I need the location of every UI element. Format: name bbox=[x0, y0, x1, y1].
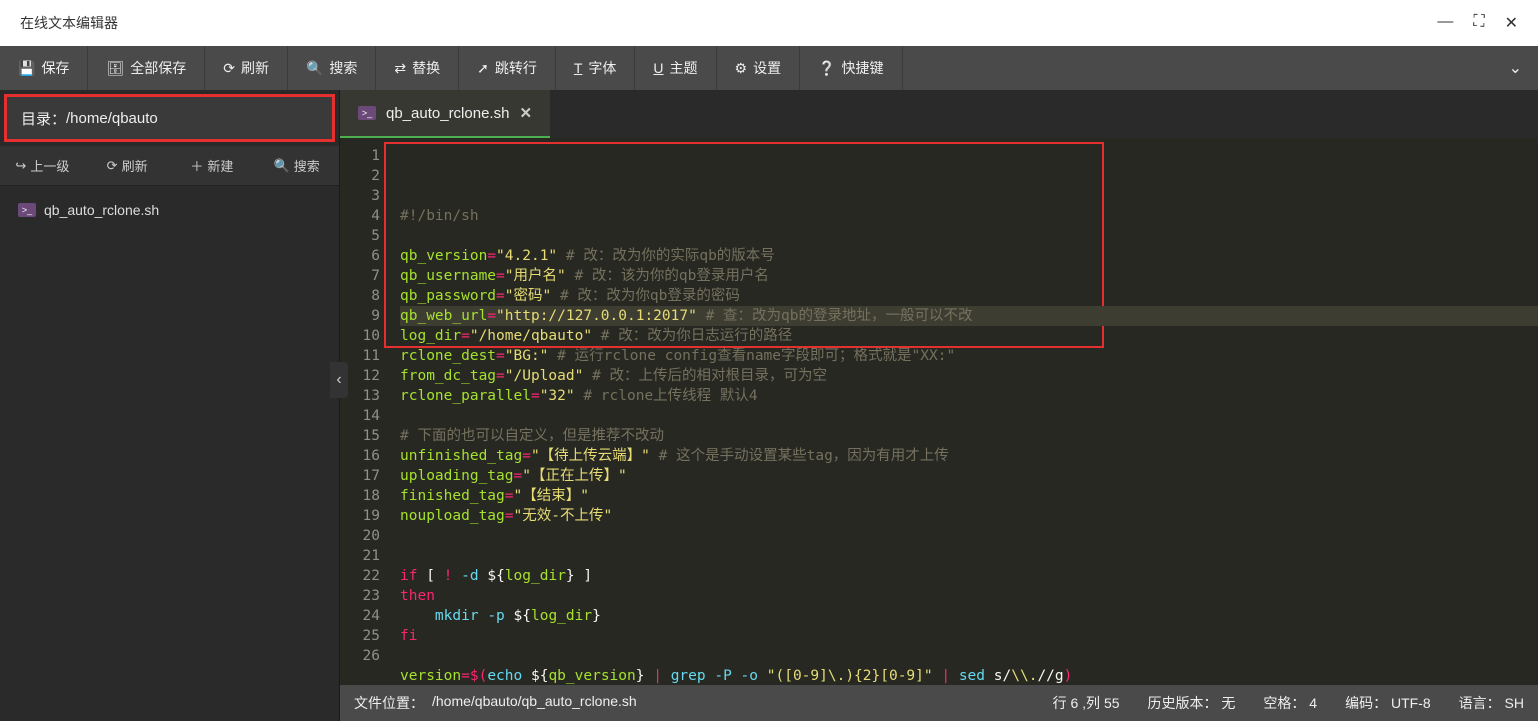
save-icon: 💾 bbox=[18, 60, 35, 77]
maximize-icon[interactable]: ⛶ bbox=[1473, 13, 1484, 33]
chevron-left-icon: ‹ bbox=[336, 371, 341, 389]
language-mode[interactable]: 语言： SH bbox=[1459, 693, 1524, 713]
plus-icon: ＋ bbox=[190, 156, 203, 175]
app-title: 在线文本编辑器 bbox=[20, 13, 118, 33]
tab-bar: >_ qb_auto_rclone.sh ✕ bbox=[340, 90, 1538, 138]
font-icon: T bbox=[574, 60, 583, 76]
tab-label: qb_auto_rclone.sh bbox=[386, 105, 509, 122]
file-list: >_ qb_auto_rclone.sh bbox=[0, 186, 339, 721]
editor-area: >_ qb_auto_rclone.sh ✕ 12345678910111213… bbox=[340, 90, 1538, 721]
search-icon: 🔍 bbox=[306, 60, 323, 77]
refresh-icon: ⟳ bbox=[107, 158, 118, 174]
sidebar-collapse-button[interactable]: ‹ bbox=[330, 362, 348, 398]
toolbar-chevron-button[interactable]: ⌄ bbox=[1493, 46, 1538, 90]
theme-button[interactable]: U 主题 bbox=[635, 46, 716, 90]
shortcuts-button[interactable]: ❔ 快捷键 bbox=[800, 46, 902, 90]
settings-button[interactable]: ⚙ 设置 bbox=[717, 46, 801, 90]
sidebar-refresh-button[interactable]: ⟳ 刷新 bbox=[85, 146, 170, 185]
main: 目录： /home/qbauto ↪ 上一级 ⟳ 刷新 ＋ 新建 🔍 搜索 bbox=[0, 90, 1538, 721]
help-icon: ❔ bbox=[818, 60, 835, 77]
refresh-button[interactable]: ⟳ 刷新 bbox=[205, 46, 288, 90]
shell-file-icon: >_ bbox=[358, 106, 376, 120]
replace-button[interactable]: ⇄ 替换 bbox=[376, 46, 459, 90]
tab-active[interactable]: >_ qb_auto_rclone.sh ✕ bbox=[340, 90, 550, 138]
replace-icon: ⇄ bbox=[394, 60, 406, 77]
filepath-label: 文件位置： bbox=[354, 693, 424, 713]
goto-icon: ➚ bbox=[477, 60, 489, 77]
indent-spaces[interactable]: 空格： 4 bbox=[1263, 693, 1317, 713]
search-icon: 🔍 bbox=[274, 158, 290, 174]
minimize-icon[interactable]: — bbox=[1437, 13, 1453, 33]
font-button[interactable]: T 字体 bbox=[556, 46, 636, 90]
refresh-icon: ⟳ bbox=[223, 60, 235, 77]
directory-path: /home/qbauto bbox=[66, 110, 158, 127]
gear-icon: ⚙ bbox=[735, 60, 748, 77]
filepath-value: /home/qbauto/qb_auto_rclone.sh bbox=[432, 693, 637, 713]
toolbar: 💾 保存 🗄 全部保存 ⟳ 刷新 🔍 搜索 ⇄ 替换 ➚ 跳转行 T 字体 U … bbox=[0, 46, 1538, 90]
save-all-button[interactable]: 🗄 全部保存 bbox=[88, 46, 205, 90]
tab-close-button[interactable]: ✕ bbox=[519, 104, 532, 122]
theme-icon: U bbox=[653, 60, 663, 76]
encoding[interactable]: 编码： UTF-8 bbox=[1345, 693, 1431, 713]
directory-label: 目录： bbox=[21, 108, 66, 129]
goto-line-button[interactable]: ➚ 跳转行 bbox=[459, 46, 556, 90]
up-icon: ↪ bbox=[15, 158, 26, 174]
code-content[interactable]: #!/bin/shqb_version="4.2.1" # 改：改为你的实际qb… bbox=[390, 138, 1538, 685]
save-button[interactable]: 💾 保存 bbox=[0, 46, 88, 90]
history-version[interactable]: 历史版本： 无 bbox=[1148, 693, 1236, 713]
file-item[interactable]: >_ qb_auto_rclone.sh bbox=[0, 194, 339, 226]
sidebar-up-button[interactable]: ↪ 上一级 bbox=[0, 146, 85, 185]
chevron-down-icon: ⌄ bbox=[1509, 58, 1522, 78]
save-all-icon: 🗄 bbox=[106, 60, 124, 77]
statusbar: 文件位置： /home/qbauto/qb_auto_rclone.sh 行 6… bbox=[340, 685, 1538, 721]
search-button[interactable]: 🔍 搜索 bbox=[288, 46, 376, 90]
sidebar-search-button[interactable]: 🔍 搜索 bbox=[254, 146, 339, 185]
directory-path-row[interactable]: 目录： /home/qbauto bbox=[4, 94, 335, 142]
sidebar-new-button[interactable]: ＋ 新建 bbox=[170, 146, 255, 185]
shell-file-icon: >_ bbox=[18, 203, 36, 217]
close-icon[interactable]: ✕ bbox=[1505, 13, 1518, 33]
titlebar: 在线文本编辑器 — ⛶ ✕ bbox=[0, 0, 1538, 46]
row-col[interactable]: 行 6 ,列 55 bbox=[1053, 693, 1120, 713]
sidebar: 目录： /home/qbauto ↪ 上一级 ⟳ 刷新 ＋ 新建 🔍 搜索 bbox=[0, 90, 340, 721]
code-editor[interactable]: 1234567891011121314151617181920212223242… bbox=[340, 138, 1538, 685]
line-gutter: 1234567891011121314151617181920212223242… bbox=[340, 138, 390, 685]
file-name: qb_auto_rclone.sh bbox=[44, 202, 159, 218]
